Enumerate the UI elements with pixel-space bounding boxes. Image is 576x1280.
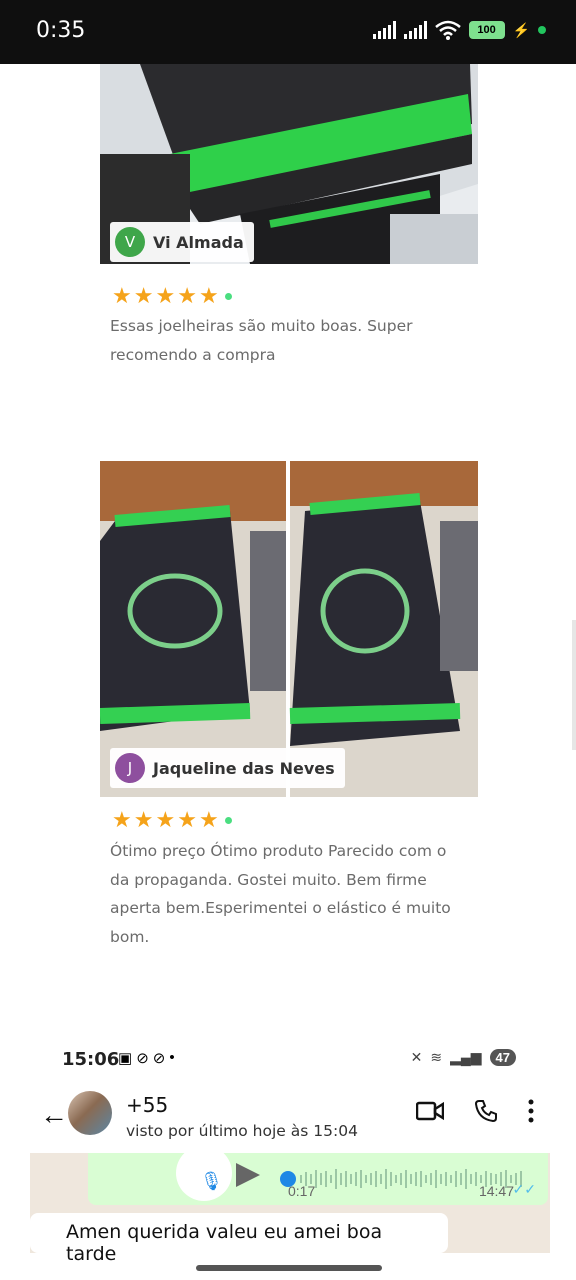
notification-icon: ⊘ bbox=[136, 1050, 149, 1067]
notification-count: 47 bbox=[489, 1049, 516, 1066]
knee-brace-image bbox=[100, 461, 478, 797]
star-icon: ★ bbox=[112, 283, 132, 308]
message-time: 14:47 bbox=[478, 1183, 514, 1199]
more-dot-icon: • bbox=[169, 1049, 175, 1066]
star-icon: ★ bbox=[133, 283, 154, 308]
video-call-icon[interactable] bbox=[416, 1101, 444, 1121]
notification-icon: ⊘ bbox=[152, 1050, 166, 1067]
chat-header: ← +55 visto por último hoje às 15:04 bbox=[30, 1085, 550, 1150]
star-icon: ★ bbox=[112, 807, 132, 832]
verified-dot-icon bbox=[224, 816, 232, 824]
reviewer-name: Vi Almada bbox=[153, 232, 244, 252]
review-card: V Vi Almada ★ ★ ★ ★ ★ Essas joelheiras s… bbox=[100, 64, 478, 386]
reviewer-badge: J Jaqueline das Neves bbox=[110, 748, 345, 788]
phone-call-icon[interactable] bbox=[474, 1099, 498, 1123]
review-photo[interactable]: J Jaqueline das Neves bbox=[100, 461, 478, 797]
contact-avatar[interactable] bbox=[68, 1091, 112, 1135]
review-photo[interactable]: V Vi Almada bbox=[100, 64, 478, 264]
verified-dot-icon bbox=[224, 292, 232, 300]
star-icon: ★ bbox=[177, 807, 197, 832]
mute-icon: ✕ bbox=[410, 1049, 423, 1065]
scroll-indicator bbox=[572, 620, 576, 750]
review-text: Ótimo preço Ótimo produto Parecido com o… bbox=[110, 842, 451, 946]
status-time: 0:35 bbox=[36, 18, 86, 43]
voice-message[interactable]: 🎙 0:17 14:47 ✓✓ bbox=[88, 1145, 548, 1205]
more-options-icon[interactable] bbox=[528, 1099, 534, 1123]
review-text: Essas joelheiras são muito boas. Super r… bbox=[110, 317, 413, 364]
last-seen: visto por último hoje às 15:04 bbox=[126, 1122, 358, 1140]
wifi-icon: ≋ bbox=[430, 1049, 443, 1065]
status-bar: 0:35 100 ⚡ bbox=[0, 0, 576, 64]
star-icon: ★ bbox=[198, 807, 219, 832]
star-icon: ★ bbox=[155, 807, 176, 832]
signal-icon: ▂▄▆ bbox=[450, 1049, 482, 1065]
wa-status-right: ✕ ≋ ▂▄▆ 47 bbox=[411, 1049, 516, 1066]
star-icon: ★ bbox=[155, 283, 176, 308]
star-icon: ★ bbox=[177, 283, 197, 308]
avatar: J bbox=[115, 753, 145, 783]
chat-actions bbox=[416, 1099, 534, 1123]
wa-notification-icons: ▣ ⊘ ⊘ • bbox=[118, 1049, 175, 1067]
signal-icon-2 bbox=[403, 21, 427, 39]
star-icon: ★ bbox=[133, 807, 154, 832]
contact-name[interactable]: +55 bbox=[126, 1093, 168, 1117]
signal-icon bbox=[372, 21, 396, 39]
chat-area: 🎙 0:17 14:47 ✓✓ Amen querida valeu eu am… bbox=[30, 1145, 550, 1265]
privacy-dot-icon bbox=[538, 26, 546, 34]
back-arrow-icon[interactable]: ← bbox=[40, 1099, 68, 1131]
rating-stars: ★ ★ ★ ★ ★ bbox=[112, 285, 232, 307]
reviewer-name: Jaqueline das Neves bbox=[153, 758, 335, 778]
wa-status-time: 15:06 bbox=[62, 1049, 120, 1070]
notification-icon: ▣ bbox=[118, 1050, 133, 1067]
read-ticks-icon: ✓✓ bbox=[512, 1181, 536, 1197]
chat-message[interactable]: Amen querida valeu eu amei boa tarde bbox=[30, 1213, 448, 1265]
play-icon[interactable] bbox=[236, 1163, 260, 1187]
battery-icon: 100 bbox=[468, 21, 505, 39]
mic-icon: 🎙 bbox=[200, 1171, 223, 1191]
whatsapp-screenshot: 15:06 ▣ ⊘ ⊘ • ✕ ≋ ▂▄▆ 47 ← +55 visto por… bbox=[30, 1035, 550, 1280]
home-indicator[interactable] bbox=[196, 1265, 382, 1271]
charging-icon: ⚡ bbox=[512, 21, 530, 38]
status-icons: 100 ⚡ bbox=[372, 20, 546, 40]
review-card: J Jaqueline das Neves ★ ★ ★ ★ ★ Ótimo pr… bbox=[100, 461, 478, 961]
voice-duration: 0:17 bbox=[288, 1183, 316, 1199]
wifi-icon bbox=[434, 20, 461, 40]
avatar: V bbox=[115, 227, 145, 257]
rating-stars: ★ ★ ★ ★ ★ bbox=[112, 809, 232, 831]
reviewer-badge: V Vi Almada bbox=[110, 222, 254, 262]
star-icon: ★ bbox=[198, 283, 219, 308]
